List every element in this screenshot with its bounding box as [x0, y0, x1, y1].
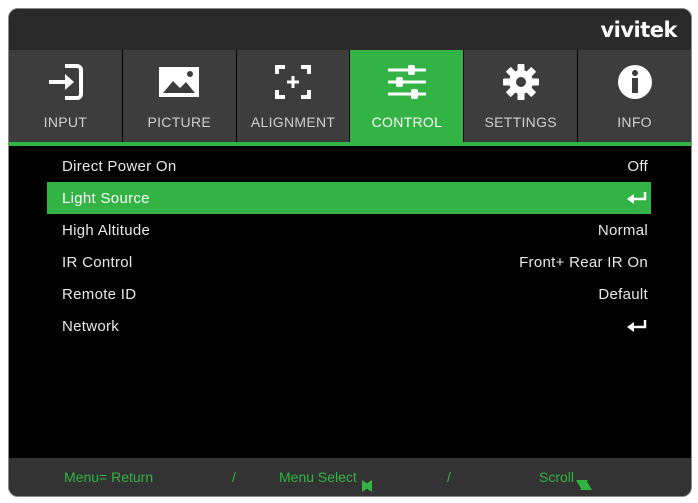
top-bar: vivitek: [9, 9, 691, 50]
enter-icon: [626, 191, 648, 205]
brand-logo: vivitek: [600, 18, 677, 42]
menu-item-value: Normal: [597, 221, 648, 239]
menu-item-value: Front+ Rear IR On: [519, 253, 648, 271]
help-bar: Menu= Return / Menu Select / Scroll: [9, 458, 691, 496]
tab-bar: INPUT PICTURE ALIGNMENT CONTROL SETTINGS…: [9, 50, 691, 142]
tab-label: SETTINGS: [484, 114, 557, 130]
enter-icon: [626, 319, 648, 333]
menu-item-label: Direct Power On: [62, 157, 177, 175]
scroll-hint: Scroll: [539, 469, 593, 490]
info-icon: [578, 62, 691, 102]
alignment-icon: [237, 62, 350, 102]
tab-label: INPUT: [43, 114, 88, 130]
menu-item-label: Network: [62, 317, 120, 335]
menu-item-high-altitude[interactable]: High Altitude Normal: [47, 214, 651, 246]
input-icon: [9, 62, 122, 102]
tab-input[interactable]: INPUT: [9, 50, 122, 142]
tab-label: PICTURE: [147, 114, 212, 130]
separator: /: [232, 469, 236, 485]
control-menu-list: Direct Power On Off Light Source High Al…: [47, 150, 651, 342]
gear-icon: [464, 62, 577, 102]
scroll-label: Scroll: [539, 469, 575, 485]
menu-item-direct-power-on[interactable]: Direct Power On Off: [47, 150, 651, 182]
menu-item-label: Remote ID: [62, 285, 137, 303]
menu-item-ir-control[interactable]: IR Control Front+ Rear IR On: [47, 246, 651, 278]
tab-control[interactable]: CONTROL: [350, 50, 464, 142]
tab-label: CONTROL: [371, 114, 443, 130]
separator: /: [447, 469, 451, 485]
tab-info[interactable]: INFO: [578, 50, 691, 142]
projector-osd-menu: vivitek INPUT PICTURE ALIGNMENT CONTROL …: [8, 8, 692, 497]
return-hint: Menu= Return: [64, 469, 154, 485]
arrow-down-icon: [576, 480, 589, 490]
menu-select-label: Menu Select: [279, 469, 357, 485]
sliders-icon: [350, 62, 463, 102]
menu-select-hint: Menu Select: [279, 469, 372, 492]
menu-item-value: Off: [627, 157, 648, 175]
menu-item-label: High Altitude: [62, 221, 151, 239]
menu-item-label: IR Control: [62, 253, 133, 271]
menu-item-remote-id[interactable]: Remote ID Default: [47, 278, 651, 310]
tab-divider: [9, 142, 691, 146]
tab-label: INFO: [617, 114, 652, 130]
tab-picture[interactable]: PICTURE: [122, 50, 236, 142]
menu-item-value: Default: [598, 285, 648, 303]
menu-item-label: Light Source: [62, 189, 150, 207]
picture-icon: [123, 62, 236, 102]
tab-label: ALIGNMENT: [250, 114, 336, 130]
menu-item-light-source[interactable]: Light Source: [47, 182, 651, 214]
tab-alignment[interactable]: ALIGNMENT: [236, 50, 350, 142]
menu-item-network[interactable]: Network: [47, 310, 651, 342]
tab-settings[interactable]: SETTINGS: [464, 50, 578, 142]
arrow-right-icon: [361, 480, 371, 492]
